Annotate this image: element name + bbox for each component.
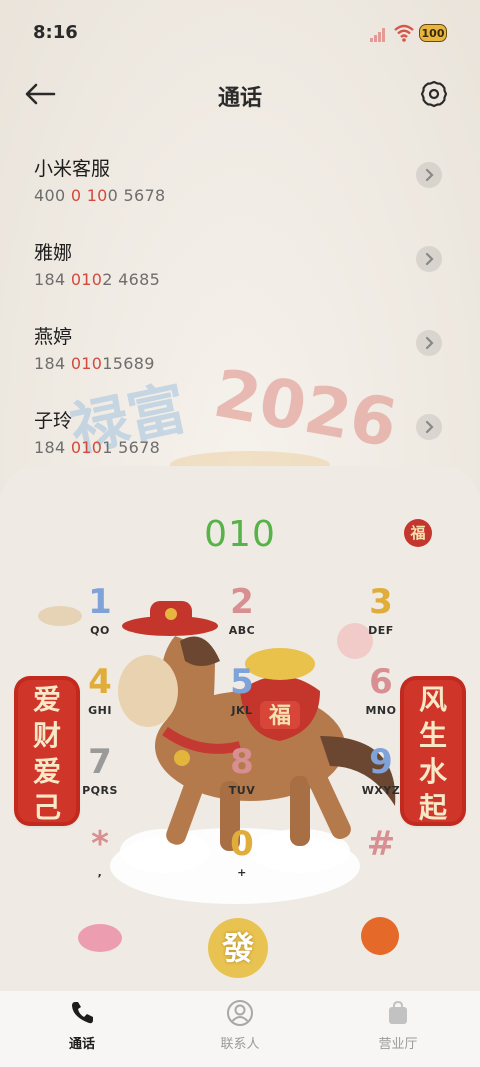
call-button[interactable]: 發 [208, 918, 268, 978]
contact-name: 燕婷 [34, 326, 73, 348]
key-digit: 2 [230, 582, 254, 622]
key-digit: 9 [369, 742, 393, 782]
key-letters: MNO [365, 704, 397, 717]
dial-key-7[interactable]: 7 PQRS [55, 742, 145, 812]
chevron-right-icon[interactable] [416, 414, 442, 440]
contact-name: 子玲 [34, 410, 73, 432]
call-entry[interactable]: 燕婷 184 01015689 [0, 316, 480, 396]
status-bar: 8:16 100 [0, 0, 480, 64]
key-digit: 4 [88, 662, 112, 702]
key-digit: 3 [369, 582, 393, 622]
persimmon-icon[interactable] [358, 916, 403, 958]
app-header: 通话 [0, 64, 480, 124]
status-time: 8:16 [33, 22, 78, 43]
tab-contacts[interactable]: 联系人 [180, 999, 300, 1052]
key-digit: # [366, 824, 396, 864]
key-letters: + [237, 866, 247, 879]
dial-key-4[interactable]: 4 GHI [55, 662, 145, 732]
phone-number: 400 0 100 5678 [34, 186, 166, 205]
key-letters: GHI [88, 704, 112, 717]
key-letters: TUV [228, 784, 256, 797]
phone-number: 184 0102 4685 [34, 270, 161, 289]
key-letters: DEF [368, 624, 394, 637]
tab-calls[interactable]: 通话 [22, 999, 142, 1052]
cellular-signal-icon [370, 28, 385, 42]
wifi-icon [394, 24, 414, 42]
key-digit: * [91, 824, 109, 864]
phone-icon [72, 1002, 93, 1024]
key-letters: ABC [228, 624, 256, 637]
key-letters: PQRS [82, 784, 118, 797]
contact-name: 小米客服 [34, 158, 111, 180]
dial-key-star[interactable]: *, [55, 824, 145, 894]
dial-key-5[interactable]: 5 JKL [197, 662, 287, 732]
tab-label: 通话 [68, 1037, 95, 1052]
key-letters: , [97, 866, 103, 879]
lotus-icon[interactable] [75, 922, 125, 962]
bottom-nav: 通话 联系人 营业厅 [0, 991, 480, 1067]
key-digit: 1 [88, 582, 112, 622]
dial-key-1[interactable]: 1 QO [55, 582, 145, 652]
call-entry[interactable]: 雅娜 184 0102 4685 [0, 232, 480, 312]
battery-indicator: 100 [419, 24, 447, 42]
key-digit: 6 [369, 662, 393, 702]
contact-name: 雅娜 [34, 242, 73, 264]
dial-key-2[interactable]: 2 ABC [197, 582, 287, 652]
chevron-right-icon[interactable] [416, 162, 442, 188]
fu-badge-button[interactable]: 福 [404, 519, 432, 547]
call-entry[interactable]: 小米客服 400 0 100 5678 [0, 148, 480, 228]
key-digit: 0 [230, 824, 254, 864]
phone-number: 184 0101 5678 [34, 438, 161, 457]
person-icon [227, 1000, 253, 1026]
chevron-right-icon[interactable] [416, 246, 442, 272]
dial-key-6[interactable]: 6 MNO [336, 662, 426, 732]
page-title: 通话 [217, 86, 262, 111]
dial-key-3[interactable]: 3 DEF [336, 582, 426, 652]
dial-key-hash[interactable]: # [336, 824, 426, 894]
phone-number: 184 01015689 [34, 354, 155, 373]
key-digit: 8 [230, 742, 254, 782]
dial-key-0[interactable]: 0 + [197, 824, 287, 894]
tab-label: 联系人 [220, 1037, 260, 1052]
key-digit: 5 [230, 662, 254, 702]
dialer-panel: 福 010 福 爱 财 爱 己 风 生 水 起 1 QO 2 ABC 3 DEF 4G… [0, 466, 480, 991]
dial-key-8[interactable]: 8 TUV [197, 742, 287, 812]
gear-icon[interactable] [416, 76, 452, 112]
key-letters: JKL [231, 704, 253, 717]
tab-label: 营业厅 [378, 1037, 418, 1052]
key-letters: WXYZ [361, 784, 401, 797]
key-letters: QO [90, 624, 110, 637]
tab-service-hall[interactable]: 营业厅 [338, 999, 458, 1052]
dial-key-9[interactable]: 9 WXYZ [336, 742, 426, 812]
key-digit: 7 [88, 742, 112, 782]
bag-icon [389, 1000, 407, 1024]
chevron-right-icon[interactable] [416, 330, 442, 356]
